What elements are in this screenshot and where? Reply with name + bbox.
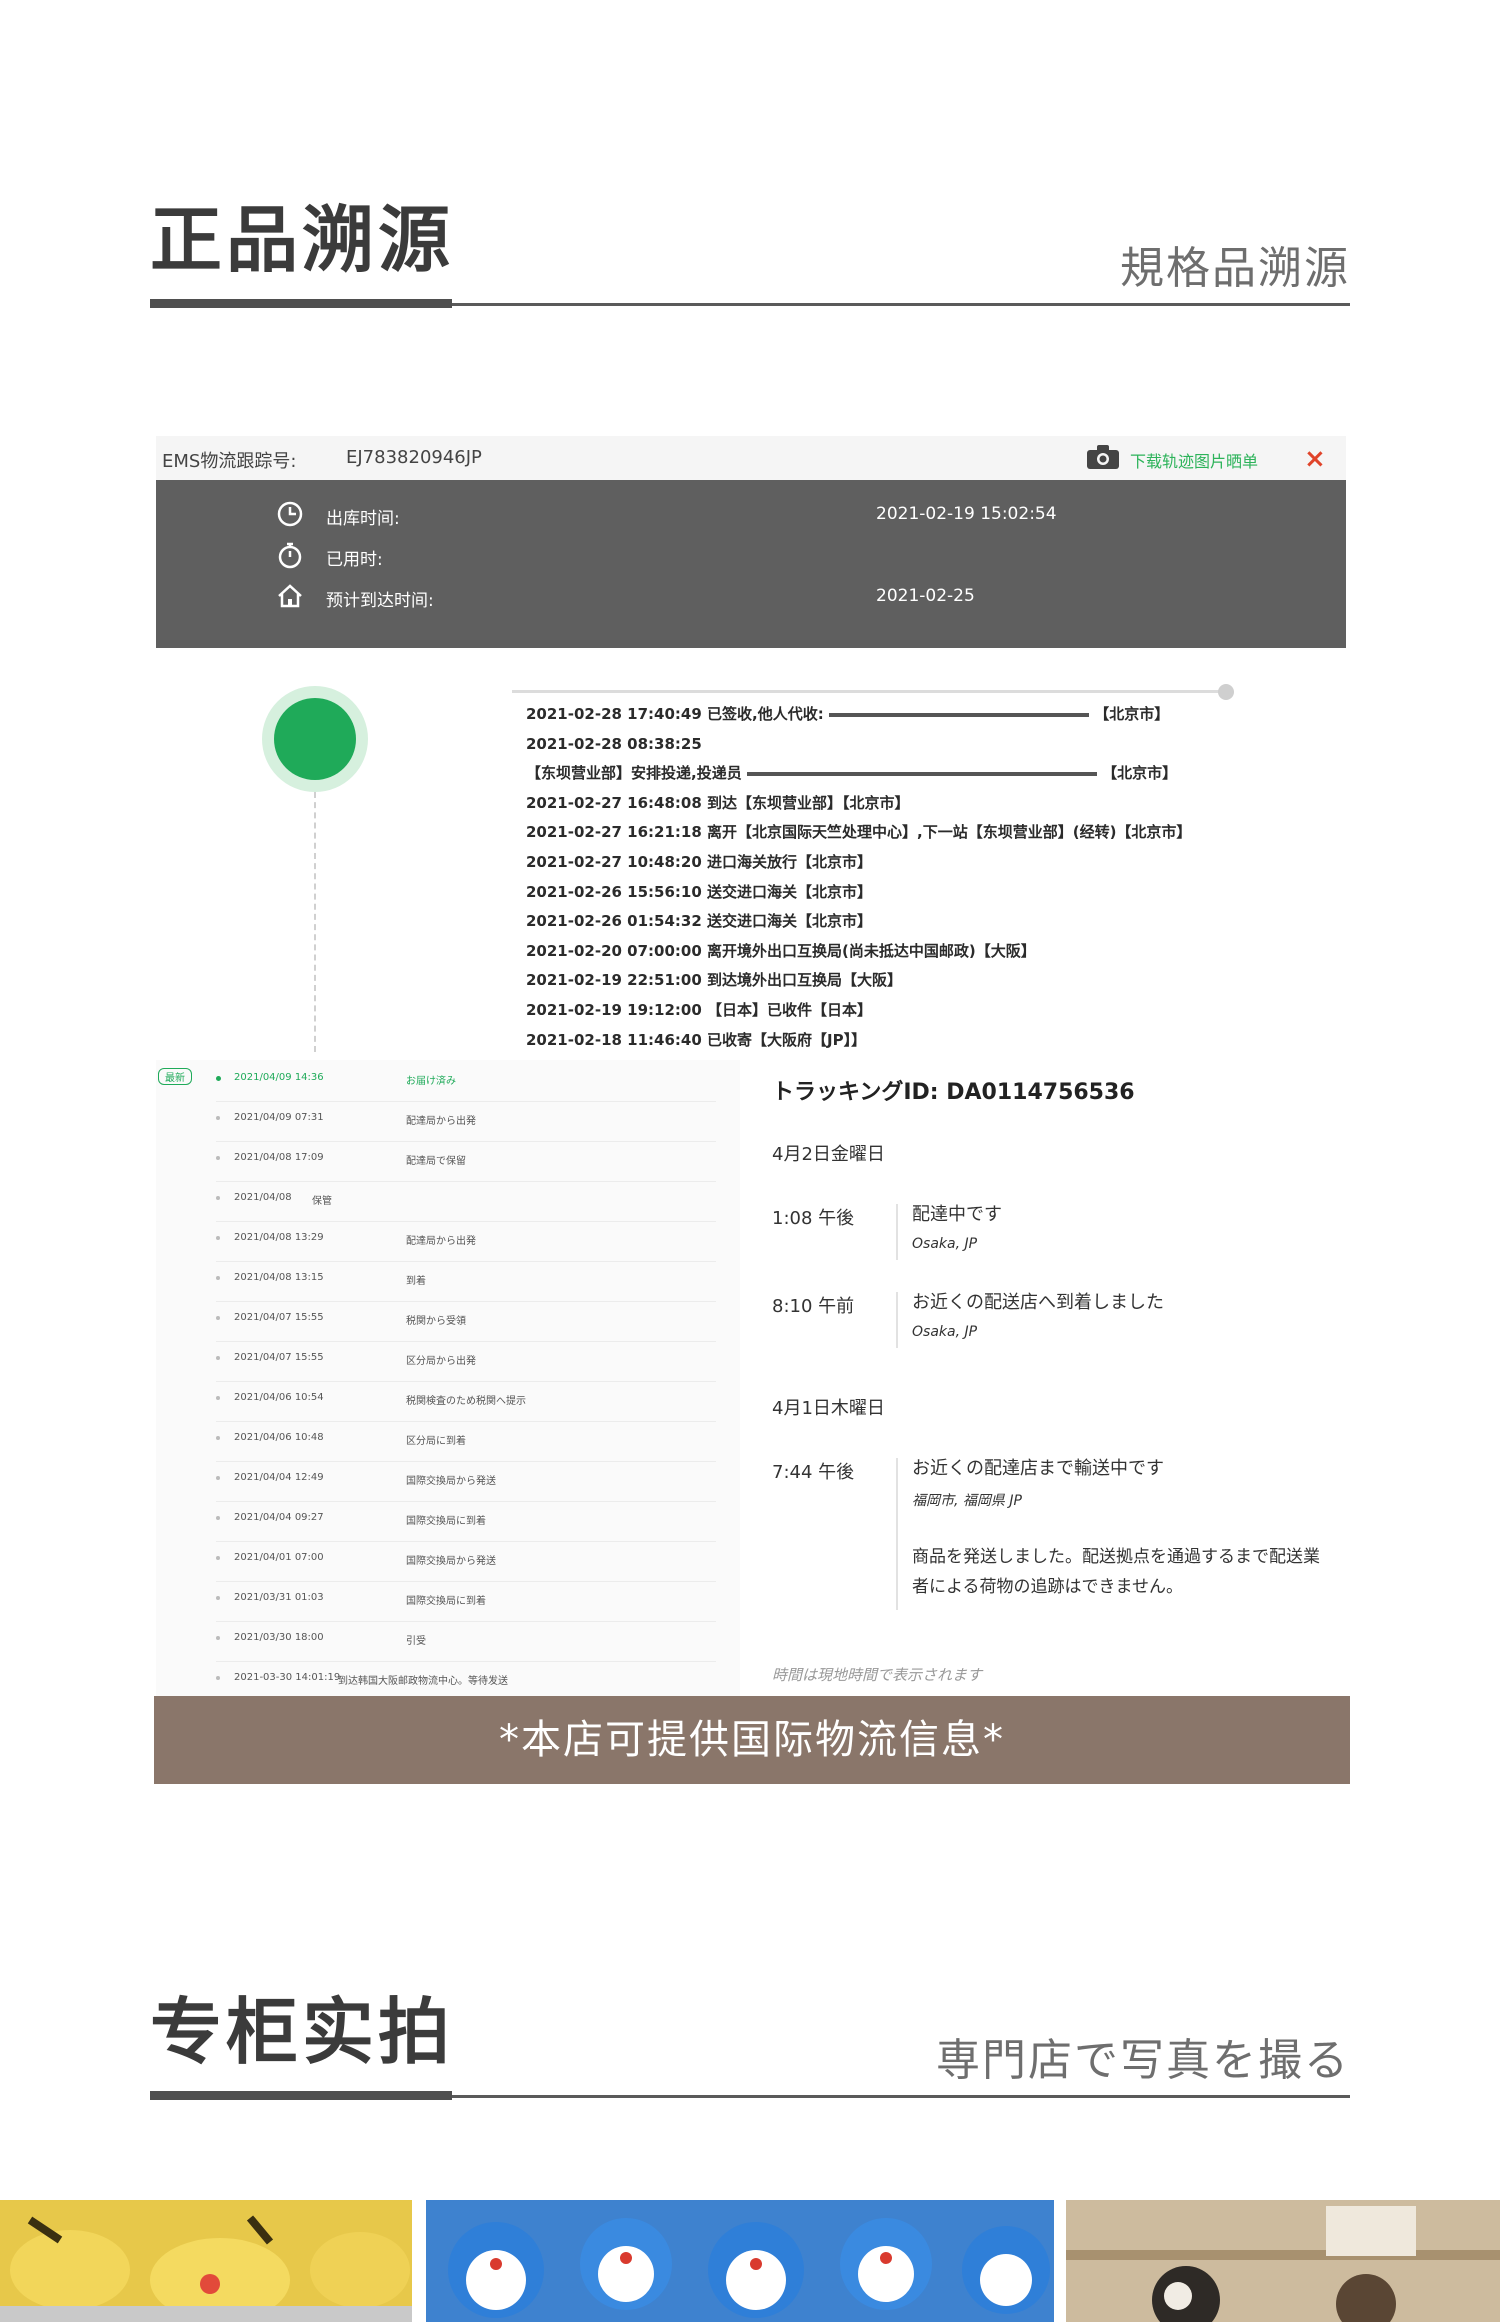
timeline-item: 2021-02-27 16:48:08 到达【东坝营业部】【北京市】 <box>526 793 910 812</box>
stopwatch-icon <box>278 542 302 569</box>
timeline-item: 2021-02-28 17:40:49 已签收,他人代收: 【北京市】 <box>526 705 1170 723</box>
jp-tracking-card: トラッキングID: DA0114756536 4月2日金曜日 1:08 午後 配… <box>740 1060 1350 1696</box>
list-item: 2021/04/08 13:15 到着 <box>216 1262 716 1302</box>
ems-timeline: 2021-02-28 17:40:49 已签收,他人代收: 【北京市】 2021… <box>526 700 1226 1055</box>
camera-icon[interactable] <box>1086 444 1120 470</box>
list-item: 2021/04/08 13:29 配達局から出発 <box>216 1222 716 1262</box>
clock-icon <box>277 501 303 527</box>
ems-header-bar: EMS物流跟踪号: EJ783820946JP 下载轨迹图片晒单 × <box>156 436 1346 480</box>
list-item: 2021/04/08 保管 <box>216 1182 716 1222</box>
divider-accent <box>150 2091 452 2100</box>
store-photo-doraemon <box>426 2200 1054 2322</box>
jp-post-tracking-list: 最新 2021/04/09 14:36 お届け済み 2021/04/09 07:3… <box>156 1060 740 1696</box>
download-track-image-link[interactable]: 下载轨迹图片晒单 <box>1130 448 1258 472</box>
close-icon[interactable]: × <box>1304 444 1326 474</box>
timeline-item: 2021-02-20 07:00:00 离开境外出口互换局(尚未抵达中国邮政)【… <box>526 941 1036 960</box>
timeline-item: 2021-02-27 16:21:18 离开【北京国际天竺处理中心】,下一站【东… <box>526 823 1192 842</box>
timeline-item: 2021-02-28 08:38:25 <box>526 734 702 753</box>
summary-row-elapsed: 已用时: <box>276 541 1276 571</box>
section-header-authenticity: 正品溯源 規格品溯源 <box>150 196 1350 308</box>
timeline-top-rule <box>512 690 1228 693</box>
list-item: 2021/04/07 15:55 区分局から出発 <box>216 1342 716 1382</box>
timeline-item: 2021-02-19 22:51:00 到达境外出口互换局【大阪】 <box>526 971 903 990</box>
redaction-bar <box>828 712 1089 717</box>
timeline-connector <box>314 792 316 1052</box>
event-time: 8:10 午前 <box>772 1296 855 1317</box>
latest-badge: 最新 <box>158 1068 192 1085</box>
event-status: 商品を発送しました。配送拠点を通過するまで配送業者による荷物の追跡はできません。 <box>912 1547 1320 1597</box>
event-rule <box>896 1204 898 1260</box>
timeline-item: 2021-02-27 10:48:20 进口海关放行【北京市】 <box>526 852 873 871</box>
summary-row-ship-time: 出库时间: 2021-02-19 15:02:54 <box>276 500 1276 530</box>
summary-value: 2021-02-25 <box>876 586 975 606</box>
list-item: 2021/04/09 07:31 配達局から出発 <box>216 1102 716 1142</box>
list-item: 2021/04/09 14:36 お届け済み <box>216 1062 716 1102</box>
list-item: 2021/04/07 15:55 税関から受領 <box>216 1302 716 1342</box>
summary-row-eta: 预计到达时间: 2021-02-25 <box>276 582 1276 612</box>
event-time: 1:08 午後 <box>772 1208 855 1229</box>
tracking-id: トラッキングID: DA0114756536 <box>772 1080 1135 1105</box>
store-photo-pikachu <box>0 2200 412 2322</box>
timeline-end-dot <box>1218 684 1234 700</box>
section-header-store-photos: 专柜实拍 専門店で写真を撮る <box>150 1988 1350 2100</box>
ems-summary: 出库时间: 2021-02-19 15:02:54 已用时: 预计到达时间: 2… <box>156 480 1346 648</box>
timezone-note: 時間は現地時間で表示されます <box>772 1666 983 1684</box>
summary-key: 出库时间: <box>326 509 400 529</box>
summary-value: 2021-02-19 15:02:54 <box>876 504 1057 524</box>
redaction-bar <box>746 771 1097 776</box>
timeline-item: 2021-02-26 15:56:10 送交进口海关【北京市】 <box>526 882 873 901</box>
event-location: Osaka, JP <box>912 1324 978 1340</box>
timeline-item: 2021-02-19 19:12:00 【日本】已收件【日本】 <box>526 1000 873 1019</box>
list-item: 2021/04/06 10:54 税関検査のため税関へ提示 <box>216 1382 716 1422</box>
timeline-item: 2021-02-26 01:54:32 送交进口海关【北京市】 <box>526 912 873 931</box>
event-location: 福岡市, 福岡県 JP <box>912 1493 1022 1509</box>
intl-logistics-banner: *本店可提供国际物流信息* <box>154 1696 1350 1784</box>
list-item: 2021/03/30 18:00 引受 <box>216 1622 716 1662</box>
section-subtitle: 専門店で写真を撮る <box>936 2035 1350 2086</box>
divider-accent <box>150 299 452 308</box>
event-time: 7:44 午後 <box>772 1462 855 1483</box>
list-item: 2021/04/04 12:49 国際交換局から発送 <box>216 1462 716 1502</box>
summary-key: 预计到达时间: <box>326 591 434 611</box>
date-heading: 4月1日木曜日 <box>772 1398 885 1419</box>
timeline-item: 2021-02-18 11:46:40 已收寄【大阪府【JP】】 <box>526 1030 867 1049</box>
event-status: お近くの配送店へ到着しました <box>912 1292 1164 1313</box>
tracking-number: EJ783820946JP <box>346 447 482 468</box>
list-item: 2021/04/04 09:27 国際交換局に到着 <box>216 1502 716 1542</box>
list-item: 2021/04/06 10:48 区分局に到着 <box>216 1422 716 1462</box>
section-subtitle: 規格品溯源 <box>1120 243 1350 294</box>
tracking-label: EMS物流跟踪号: <box>162 451 297 472</box>
list-item: 2021-03-30 14:01:19 到达韩国大阪邮政物流中心。等待发送 <box>216 1662 716 1696</box>
date-heading: 4月2日金曜日 <box>772 1144 885 1165</box>
summary-key: 已用时: <box>326 550 383 570</box>
section-title: 正品溯源 <box>150 198 455 282</box>
timeline-item: 【东坝营业部】安排投递,投递员 【北京市】 <box>526 764 1178 783</box>
status-dot <box>274 698 356 780</box>
event-status: お近くの配達店まで輸送中です <box>912 1458 1164 1479</box>
event-rule <box>896 1292 898 1348</box>
event-location: Osaka, JP <box>912 1236 978 1252</box>
ems-tracking-panel: EMS物流跟踪号: EJ783820946JP 下载轨迹图片晒单 × 出库时间:… <box>156 436 1346 648</box>
store-photo-plush-shelf <box>1066 2200 1500 2322</box>
list-item: 2021/04/01 07:00 国際交換局から発送 <box>216 1542 716 1582</box>
home-icon <box>278 584 302 608</box>
list-item: 2021/04/08 17:09 配達局で保留 <box>216 1142 716 1182</box>
event-rule <box>896 1458 898 1610</box>
list-item: 2021/03/31 01:03 国際交換局に到着 <box>216 1582 716 1622</box>
event-status: 配達中です <box>912 1204 1002 1225</box>
section-title: 专柜实拍 <box>150 1990 455 2074</box>
